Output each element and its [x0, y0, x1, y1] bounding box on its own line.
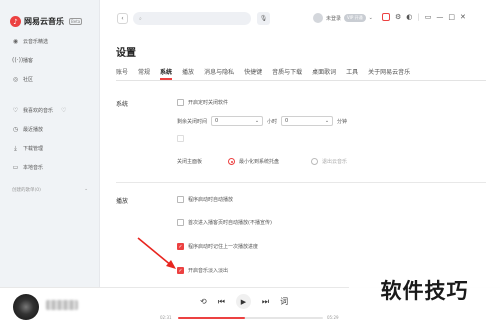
beta-badge: Beta — [69, 18, 83, 25]
sidebar-item-community[interactable]: ◎ 社区 — [0, 70, 99, 89]
hours-select[interactable]: 0 ⌄ — [211, 116, 264, 126]
sidebar-item-downloads[interactable]: ⤓ 下载管理 — [0, 139, 99, 158]
tab-desktop-lyrics[interactable]: 桌面歌词 — [312, 67, 336, 80]
minutes-select[interactable]: 0 ⌄ — [281, 116, 334, 126]
remember-progress-checkbox[interactable]: ✓ — [177, 243, 184, 250]
section-divider — [116, 182, 486, 183]
podcast-autoplay-checkbox[interactable] — [177, 219, 184, 226]
my-music-nav: ♡ 我喜欢的音乐 ♡ ◷ 最近播放 ⤓ 下载管理 ▭ 本地音乐 — [0, 101, 99, 177]
maximize-icon[interactable]: □ — [448, 13, 455, 21]
tab-shortcuts[interactable]: 快捷键 — [244, 67, 262, 80]
tab-privacy[interactable]: 消息与隐私 — [204, 67, 234, 80]
heart-icon: ♡ — [12, 107, 19, 114]
faded-hint-row — [177, 135, 184, 142]
voice-search-button[interactable]: 🎙 — [257, 12, 270, 25]
minimize-icon[interactable]: — — [436, 13, 443, 21]
remaining-time-row: 剩余关闭时间 0 ⌄ 小时 0 ⌄ 分钟 — [177, 116, 348, 126]
back-button[interactable]: ‹ — [117, 13, 128, 24]
download-icon: ⤓ — [14, 144, 17, 152]
sidebar-item-featured[interactable]: ◉ 云音乐精选 — [0, 32, 99, 51]
tab-system[interactable]: 系统 — [160, 67, 173, 80]
current-time: 02:31 — [160, 315, 172, 320]
tab-tools[interactable]: 工具 — [346, 67, 358, 80]
faded-checkbox — [177, 135, 184, 142]
play-icon: ▶ — [240, 297, 247, 306]
play-option-remember-progress[interactable]: ✓ 程序启动时记住上一次播放进度 — [177, 243, 258, 250]
clock-icon: ◷ — [12, 126, 19, 133]
chevron-left-icon: ‹ — [121, 15, 124, 22]
sidebar-item-liked[interactable]: ♡ 我喜欢的音乐 ♡ — [0, 101, 99, 120]
podcast-icon: ((·)) — [12, 57, 24, 64]
search-box[interactable]: ⌕ — [133, 12, 251, 25]
chevron-down-icon: ⌄ — [368, 15, 373, 21]
tab-general[interactable]: 常规 — [138, 67, 150, 80]
album-cover[interactable] — [13, 294, 39, 320]
community-icon: ◎ — [12, 76, 19, 83]
close-panel-row: 关闭主面板 最小化到系统托盘 退出云音乐 — [177, 158, 348, 165]
settings-gear-icon[interactable]: ⚙ — [395, 13, 401, 21]
progress-fill — [178, 317, 245, 319]
microphone-icon: 🎙 — [259, 15, 268, 22]
watermark: 软件技巧 — [349, 254, 500, 325]
mini-mode-icon[interactable]: ▭ — [425, 13, 432, 21]
sidebar: ♪ 网易云音乐 Beta ◉ 云音乐精选 ((·)) 播客 ◎ 社区 ♡ 我喜欢的音乐 ♡… — [0, 0, 100, 287]
fade-checkbox[interactable]: ✓ — [177, 267, 184, 274]
sidebar-item-recent[interactable]: ◷ 最近播放 — [0, 120, 99, 139]
top-bar: ‹ ⌕ 🎙 未登录 VIP 开通 ⌄ ⚙ ◐ | ▭ — □ ✕ — [100, 0, 500, 36]
chevron-down-icon: ⌄ — [324, 118, 330, 124]
exit-app-radio[interactable] — [311, 158, 319, 165]
section-label-playback: 播放 — [116, 198, 129, 205]
search-input[interactable] — [144, 13, 235, 24]
search-icon: ⌕ — [139, 15, 142, 22]
auto-shutdown-checkbox[interactable] — [177, 99, 184, 106]
auto-shutdown-option[interactable]: 开启定时关闭软件 — [177, 99, 228, 106]
close-icon[interactable]: ✕ — [460, 13, 466, 21]
netease-logo-icon: ♪ — [10, 16, 21, 27]
playback-controls: ⟲ ⏮ ▶ ⏭ 词 — [200, 294, 288, 309]
folder-icon: ▭ — [12, 164, 19, 171]
lyrics-button[interactable]: 词 — [280, 296, 288, 307]
tab-playback[interactable]: 播放 — [182, 67, 194, 80]
chevron-down-icon: ⌄ — [254, 118, 260, 124]
play-button[interactable]: ▶ — [235, 294, 251, 309]
music-disc-icon: ◉ — [12, 38, 19, 45]
page-title: 设置 — [116, 48, 136, 59]
tabs-underline — [116, 80, 486, 81]
loop-mode-icon[interactable]: ⟲ — [200, 297, 207, 306]
heartbeat-mode-icon[interactable]: ♡ — [61, 107, 66, 114]
total-time: 05:29 — [327, 315, 339, 320]
settings-tabs: 账号 常规 系统 播放 消息与隐私 快捷键 音质与下载 桌面歌词 工具 关于网易… — [116, 67, 410, 80]
tab-about[interactable]: 关于网易云音乐 — [368, 67, 410, 80]
play-option-podcast-autoplay[interactable]: 首次进入播客页时自动播放(不播宣传) — [177, 219, 272, 226]
song-info-blurred[interactable] — [46, 300, 78, 310]
message-icon[interactable] — [382, 13, 390, 21]
avatar[interactable] — [313, 13, 323, 23]
theme-skin-icon[interactable]: ◐ — [406, 13, 412, 21]
chevron-down-icon: ⌄ — [84, 187, 88, 192]
section-label-system: 系统 — [116, 101, 129, 108]
tab-quality[interactable]: 音质与下载 — [272, 67, 302, 80]
previous-icon[interactable]: ⏮ — [218, 297, 225, 307]
next-icon[interactable]: ⏭ — [262, 297, 269, 307]
minimize-to-tray-radio[interactable] — [228, 158, 236, 165]
app-logo[interactable]: ♪ 网易云音乐 Beta — [0, 0, 99, 32]
check-icon: ✓ — [178, 267, 183, 274]
created-playlists-header[interactable]: 创建的歌单(0) ⌄ — [0, 177, 88, 193]
vip-badge[interactable]: VIP 开通 — [344, 14, 366, 22]
main-nav: ◉ 云音乐精选 ((·)) 播客 ◎ 社区 — [0, 32, 99, 89]
sidebar-item-local[interactable]: ▭ 本地音乐 — [0, 158, 99, 177]
check-icon: ✓ — [178, 243, 183, 250]
progress-bar[interactable] — [178, 317, 323, 319]
play-option-autoplay[interactable]: 程序启动时自动播放 — [177, 196, 233, 203]
window-tools: ⚙ ◐ | ▭ — □ ✕ — [382, 13, 466, 21]
sidebar-item-podcast[interactable]: ((·)) 播客 — [0, 51, 99, 70]
app-name: 网易云音乐 — [24, 17, 64, 26]
login-area[interactable]: 未登录 VIP 开通 ⌄ — [313, 13, 373, 23]
divider: | — [417, 13, 420, 21]
play-option-fade[interactable]: ✓ 开启音乐淡入淡出 — [177, 267, 228, 274]
autoplay-checkbox[interactable] — [177, 196, 184, 203]
tab-account[interactable]: 账号 — [116, 67, 128, 80]
